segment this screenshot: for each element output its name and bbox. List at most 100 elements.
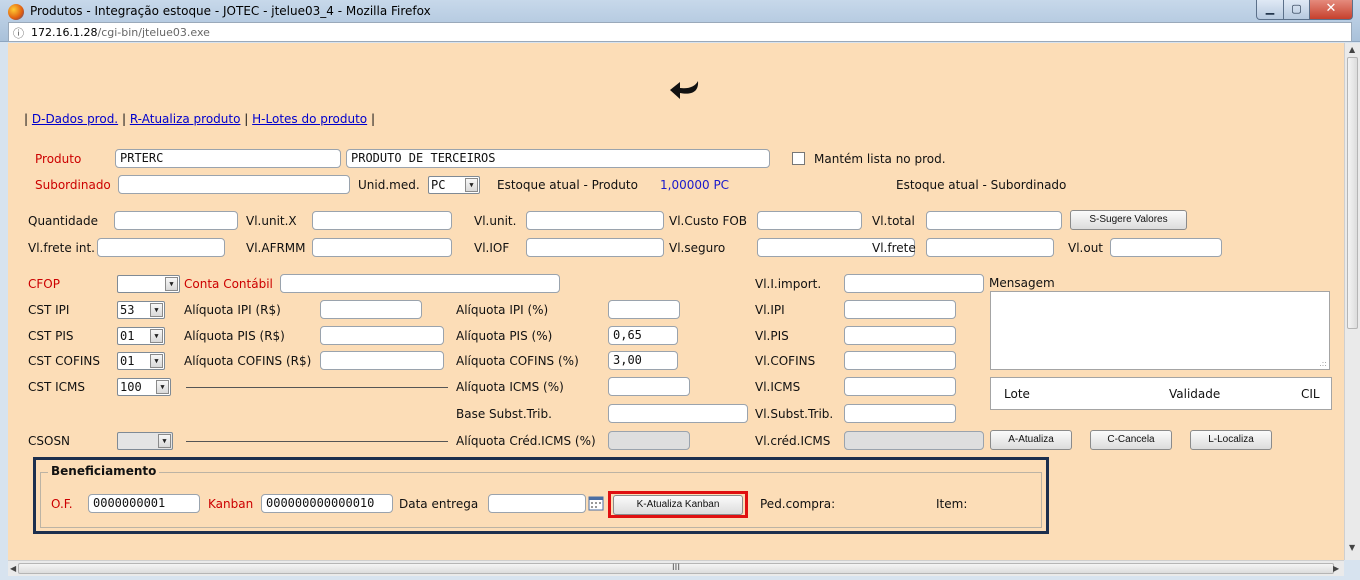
scroll-up-icon[interactable]: ▲ <box>1349 45 1355 54</box>
cst-ipi-select[interactable]: 53 ▼ <box>117 301 165 319</box>
vl-ipi-input[interactable] <box>844 300 956 319</box>
maximize-button[interactable]: ▢ <box>1283 0 1310 20</box>
cfop-select[interactable]: ▼ <box>117 275 180 293</box>
vl-cred-icms-label: Vl.créd.ICMS <box>755 434 831 448</box>
cst-cofins-label: CST COFINS <box>28 354 100 368</box>
chevron-down-icon: ▼ <box>150 354 163 368</box>
produto-desc-input[interactable]: PRODUTO DE TERCEIROS <box>346 149 770 168</box>
aliq-ipi-pct-input[interactable] <box>608 300 680 319</box>
beneficiamento-title: Beneficiamento <box>48 464 160 478</box>
aliq-icms-pct-input[interactable] <box>608 377 690 396</box>
close-button[interactable]: ✕ <box>1309 0 1353 20</box>
back-arrow-icon[interactable] <box>668 79 702 103</box>
aliq-pis-rs-input[interactable] <box>320 326 444 345</box>
cancela-button[interactable]: C-Cancela <box>1090 430 1172 450</box>
csosn-select[interactable]: ▼ <box>117 432 173 450</box>
aliq-ipi-rs-label: Alíquota IPI (R$) <box>184 303 281 317</box>
unid-med-label: Unid.med. <box>358 178 420 192</box>
estoque-produto-label: Estoque atual - Produto <box>497 178 638 192</box>
scroll-left-icon[interactable]: ◀ <box>10 564 16 573</box>
vl-subst-label: Vl.Subst.Trib. <box>755 407 834 421</box>
vl-custo-fob-label: Vl.Custo FOB <box>669 214 748 228</box>
quantidade-input[interactable] <box>114 211 238 230</box>
minimize-button[interactable]: ▁ <box>1256 0 1284 20</box>
cst-cofins-select[interactable]: 01 ▼ <box>117 352 165 370</box>
link-dados-prod[interactable]: D-Dados prod. <box>32 112 118 126</box>
mensagem-textarea[interactable]: .:: <box>990 291 1330 370</box>
horizontal-scroll-thumb[interactable]: III <box>18 563 1334 574</box>
chevron-down-icon: ▼ <box>156 380 169 394</box>
mensagem-label: Mensagem <box>989 276 1055 290</box>
address-bar[interactable]: ⓘ 172.16.1.28/cgi-bin/jtelue03.exe <box>8 22 1352 42</box>
aliq-cofins-rs-input[interactable] <box>320 351 444 370</box>
base-subst-input[interactable] <box>608 404 748 423</box>
vl-out-label: Vl.out <box>1068 241 1104 255</box>
link-lotes-produto[interactable]: H-Lotes do produto <box>252 112 367 126</box>
aliq-cred-icms-input[interactable] <box>608 431 690 450</box>
info-icon: ⓘ <box>13 27 24 40</box>
cst-icms-select[interactable]: 100 ▼ <box>117 378 171 396</box>
vl-subst-input[interactable] <box>844 404 956 423</box>
vertical-scrollbar[interactable]: ▲ ▼ <box>1344 43 1360 560</box>
vl-unit-x-input[interactable] <box>312 211 452 230</box>
subordinado-label: Subordinado <box>35 178 111 192</box>
vl-afrmm-label: Vl.AFRMM <box>246 241 306 255</box>
sugere-valores-button[interactable]: S-Sugere Valores <box>1070 210 1187 230</box>
vl-i-import-input[interactable] <box>844 274 984 293</box>
vl-pis-input[interactable] <box>844 326 956 345</box>
vl-cred-icms-input[interactable] <box>844 431 984 450</box>
vl-cofins-input[interactable] <box>844 351 956 370</box>
vertical-scroll-thumb[interactable] <box>1347 57 1358 329</box>
unid-med-select[interactable]: PC ▼ <box>428 176 480 194</box>
firefox-icon <box>8 4 24 20</box>
vl-out-input[interactable] <box>1110 238 1222 257</box>
cst-pis-label: CST PIS <box>28 329 74 343</box>
vl-total-input[interactable] <box>926 211 1062 230</box>
url-text[interactable]: 172.16.1.28/cgi-bin/jtelue03.exe <box>31 26 210 39</box>
vl-unit-label: Vl.unit. <box>474 214 517 228</box>
cst-ipi-value: 53 <box>120 303 135 317</box>
atualiza-button[interactable]: A-Atualiza <box>990 430 1072 450</box>
vl-iof-label: Vl.IOF <box>474 241 510 255</box>
aliq-cofins-rs-label: Alíquota COFINS (R$) <box>184 354 312 368</box>
vl-frete-int-input[interactable] <box>97 238 225 257</box>
vl-cofins-label: Vl.COFINS <box>755 354 816 368</box>
cst-cofins-value: 01 <box>120 354 135 368</box>
data-entrega-input[interactable] <box>488 494 586 513</box>
cfop-label: CFOP <box>28 277 60 291</box>
cil-col-header: CIL <box>1301 387 1320 401</box>
scroll-right-icon[interactable]: ▶ <box>1333 564 1339 573</box>
localiza-button[interactable]: L-Localiza <box>1190 430 1272 450</box>
subordinado-input[interactable] <box>118 175 350 194</box>
scroll-down-icon[interactable]: ▼ <box>1349 543 1355 552</box>
aliq-pis-pct-input[interactable]: 0,65 <box>608 326 678 345</box>
link-atualiza-produto[interactable]: R-Atualiza produto <box>130 112 241 126</box>
vl-iof-input[interactable] <box>526 238 664 257</box>
url-path: /cgi-bin/jtelue03.exe <box>97 26 210 39</box>
vl-pis-label: Vl.PIS <box>755 329 789 343</box>
horizontal-scrollbar[interactable]: ◀ III ▶ <box>8 560 1344 576</box>
aliq-pis-pct-label: Alíquota PIS (%) <box>456 329 553 343</box>
cst-pis-select[interactable]: 01 ▼ <box>117 327 165 345</box>
cst-ipi-label: CST IPI <box>28 303 70 317</box>
vl-afrmm-input[interactable] <box>312 238 452 257</box>
kanban-input[interactable]: 000000000000010 <box>261 494 393 513</box>
conta-contabil-input[interactable] <box>280 274 560 293</box>
atualiza-kanban-button[interactable]: K-Atualiza Kanban <box>613 495 743 515</box>
cst-icms-label: CST ICMS <box>28 380 86 394</box>
vl-icms-input[interactable] <box>844 377 956 396</box>
produto-code-input[interactable]: PRTERC <box>115 149 341 168</box>
mantem-lista-checkbox[interactable] <box>792 152 805 165</box>
conta-contabil-label: Conta Contábil <box>184 277 273 291</box>
calendar-icon[interactable] <box>588 495 604 511</box>
of-input[interactable]: 0000000001 <box>88 494 200 513</box>
validade-col-header: Validade <box>1169 387 1221 401</box>
chevron-down-icon: ▼ <box>465 178 478 192</box>
aliq-cofins-pct-input[interactable]: 3,00 <box>608 351 678 370</box>
chevron-down-icon: ▼ <box>165 277 178 291</box>
vl-custo-fob-input[interactable] <box>757 211 862 230</box>
aliq-ipi-rs-input[interactable] <box>320 300 422 319</box>
vl-unit-input[interactable] <box>526 211 664 230</box>
beneficiamento-highlight: Beneficiamento O.F. 0000000001 Kanban 00… <box>33 457 1049 534</box>
vl-frete-input[interactable] <box>926 238 1054 257</box>
